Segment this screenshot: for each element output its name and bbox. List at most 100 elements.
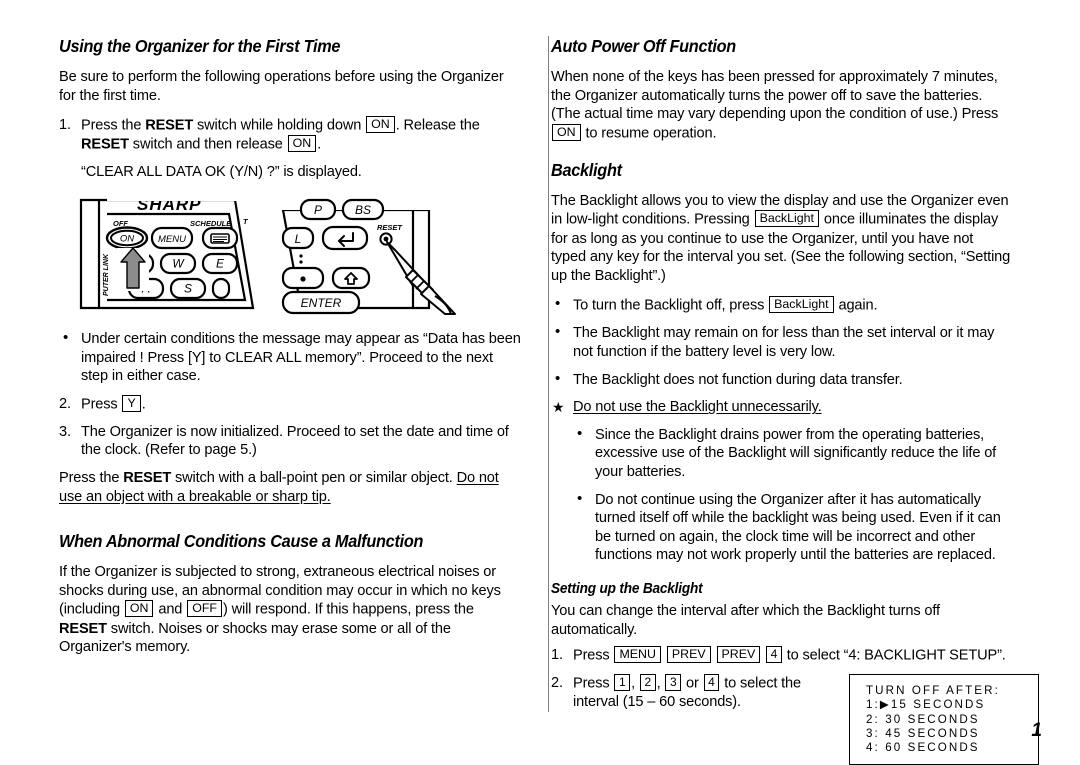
svg-text:ENTER: ENTER [301,296,342,310]
star-warning-text: Do not use the Backlight unnecessarily. [573,399,822,416]
svg-text:T: T [243,217,249,226]
setup-step-1: 1. Press MENU PREV PREV 4 to select “4: B… [551,646,1011,665]
setup-s2-text-a: Press [573,675,614,692]
clear-all-data-message: “CLEAR ALL DATA OK (Y/N) ?” is displayed… [81,164,362,181]
reset-note-text-b: switch with a ball-point pen or similar … [171,470,457,487]
key-on-1: ON [366,116,395,134]
step-3-number: 3. [59,423,71,440]
step-2-text-a: Press [81,396,122,413]
section-heading-abnormal-conditions: When Abnormal Conditions Cause a Malfunc… [59,531,424,552]
step-2-text-b: . [141,396,146,413]
apo-text-a: When none of the keys has been pressed f… [551,69,999,123]
subsection-heading-setting-up-backlight: Setting up the Backlight [551,580,703,597]
step-1-text-e: . [317,136,322,153]
column-divider [548,36,549,712]
key-backlight-1: BackLight [754,210,819,228]
setup-s2-text-c: , [656,675,665,692]
key-prev-2: PREV [716,646,761,664]
bl-b1-text: The Backlight may remain on for less tha… [573,325,995,361]
setup-step-1-number: 1. [551,647,563,664]
bl-b0-text-a: To turn the Backlight off, press [573,297,769,314]
step-1-bold-reset-a: RESET [145,117,194,134]
step-1: 1. Press the RESET switch while holding d… [59,116,523,182]
section-heading-backlight: Backlight [551,159,622,180]
two-column-layout: Using the Organizer for the First Time B… [40,34,1040,765]
first-time-steps-list-continued: 2. Press Y. 3. The Organizer is now initia… [59,394,523,460]
key-2: 2 [639,674,656,692]
section-heading-auto-power-off: Auto Power Off Function [551,36,736,56]
sub-bullet-battery-drain: • Since the Backlight drains power from t… [573,424,1011,482]
svg-text:MENU: MENU [158,234,186,245]
impaired-data-note-list: • Under certain conditions the message ma… [59,328,523,386]
bullet-dot-icon: • [555,323,561,341]
organizer-keyboard-illustration: SHARP OFF SCHEDULE T PUTER LINK ON MENU [77,195,457,316]
svg-text:ON: ON [120,233,134,244]
key-4-b: 4 [703,674,720,692]
key-backlight-2: BackLight [769,296,834,314]
key-4-a: 4 [766,646,782,664]
svg-text:SCHEDULE: SCHEDULE [190,219,232,228]
sub-b1-text: Do not continue using the Organizer afte… [595,491,1001,564]
bullet-backlight-data-transfer: • The Backlight does not function during … [551,370,1011,390]
abnormal-conditions-paragraph: If the Organizer is subjected to strong,… [59,563,523,656]
bl-b2-text: The Backlight does not function during d… [573,371,903,388]
lcd-display-wrapper: TURN OFF AFTER: 1:▶15 SECONDS 2: 30 SECO… [849,674,1039,765]
svg-text:W: W [172,256,185,270]
key-y: Y [122,394,141,412]
svg-text:L: L [295,232,302,246]
bullet-dot-icon: • [555,295,561,313]
star-icon: ★ [552,399,565,416]
lcd-display-backlight-setup: TURN OFF AFTER: 1:▶15 SECONDS 2: 30 SECO… [849,674,1039,765]
section-heading-using-organizer: Using the Organizer for the First Time [59,36,341,56]
step-3: 3. The Organizer is now initialized. Proc… [59,423,523,460]
bullet-dot-icon: • [577,489,583,507]
lcd-line-option-2: 2: 30 SECONDS [866,712,980,726]
auto-power-off-paragraph: When none of the keys has been pressed f… [551,68,1011,143]
bullet-dot-icon: • [577,424,583,442]
bullet-backlight-battery-low: • The Backlight may remain on for less th… [551,323,1011,361]
key-prev-1: PREV [666,646,711,664]
key-on-4: ON [552,123,581,141]
key-1: 1 [614,674,631,692]
bullet-dot-icon: • [63,328,69,346]
svg-text:RESET: RESET [377,223,403,232]
intro-paragraph: Be sure to perform the following operati… [59,69,504,104]
bullet-star-warning: ★ Do not use the Backlight unnecessarily. [551,398,1011,417]
step-1-bold-reset-b: RESET [81,136,129,153]
setup-step-2-number: 2. [551,675,563,692]
setup-step-2: 2. Press 1, 2, 3 or 4 to select the inter… [551,674,1039,765]
bl-b0-text-b: again. [834,297,878,314]
backlight-bullets: • To turn the Backlight off, press BackLi… [551,295,1011,417]
bullet-impaired-note-text: Under certain conditions the message may… [81,330,521,385]
key-menu: MENU [614,646,661,664]
reset-note-text-a: Press the [59,470,124,487]
svg-text:S: S [184,281,192,295]
key-on-3: ON [124,600,154,618]
setup-s1-text-a: Press [573,647,614,664]
svg-text:E: E [216,256,225,270]
step-1-text-c: . Release the [395,117,480,134]
abnormal-bold-reset: RESET [59,620,107,637]
key-on-2: ON [287,135,317,153]
svg-text:PUTER LINK: PUTER LINK [103,253,110,296]
svg-text:P: P [314,203,322,217]
sub-b0-text: Since the Backlight drains power from th… [595,426,997,480]
page-number: 1 [1031,720,1042,741]
setup-s2-text-b: , [631,675,639,692]
bullet-turn-off-backlight: • To turn the Backlight off, press BackLi… [551,295,1011,315]
setting-up-intro: You can change the interval after which … [551,602,940,638]
reset-switch-note: Press the RESET switch with a ball-point… [59,469,523,506]
abnormal-text-b: and [154,601,187,618]
lcd-line-option-3: 3: 45 SECONDS [866,726,980,740]
abnormal-text-c: ) will respond. If this happens, press t… [222,601,474,618]
backlight-sub-bullets: • Since the Backlight drains power from t… [573,424,1011,565]
step-1-text-d: switch and then release [128,136,287,153]
key-off: OFF [187,600,222,618]
sub-bullet-auto-off: • Do not continue using the Organizer aft… [573,489,1011,565]
lcd-line-title: TURN OFF AFTER: [866,684,1000,698]
lcd-line-option-1: 1:▶15 SECONDS [866,698,986,712]
key-3: 3 [665,674,682,692]
bullet-impaired-note: • Under certain conditions the message ma… [59,328,523,386]
step-1-text-b: switch while holding down [193,117,366,134]
apo-text-b: to resume operation. [581,125,717,142]
